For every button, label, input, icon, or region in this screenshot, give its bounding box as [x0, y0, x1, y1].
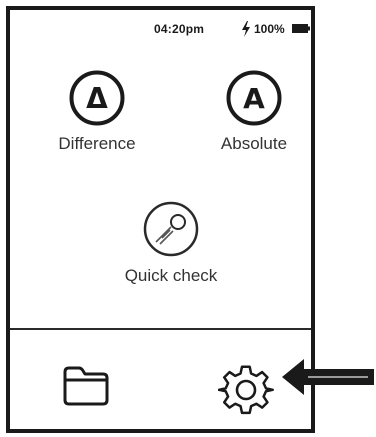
left-arrow-icon	[282, 359, 374, 395]
gear-icon	[217, 365, 274, 415]
quick-check-mode-button[interactable]: Quick check	[106, 200, 236, 286]
divider-line	[10, 328, 311, 330]
lightning-icon	[242, 21, 250, 37]
delta-icon: Δ	[69, 70, 125, 126]
screenshot-stage: 04:20pm 100% Δ Difference A Absolute Qui…	[0, 0, 376, 437]
files-button[interactable]	[60, 364, 112, 408]
battery-full-icon	[292, 24, 310, 33]
difference-label: Difference	[58, 134, 136, 153]
absolute-label: Absolute	[220, 134, 288, 153]
battery-percent: 100%	[254, 22, 285, 36]
device-screen: 04:20pm 100% Δ Difference A Absolute Qui…	[6, 6, 315, 433]
quick-check-label: Quick check	[124, 266, 218, 285]
letter-a-icon: A	[226, 70, 282, 126]
quick-check-icon	[143, 201, 199, 257]
absolute-mode-button[interactable]: A Absolute	[199, 70, 309, 154]
status-time: 04:20pm	[154, 22, 205, 36]
status-bar: 04:20pm 100%	[10, 21, 311, 38]
svg-text:Δ: Δ	[86, 82, 108, 115]
difference-mode-button[interactable]: Δ Difference	[37, 70, 157, 154]
svg-text:A: A	[243, 82, 265, 115]
settings-button[interactable]	[217, 362, 274, 418]
folder-icon	[63, 366, 109, 406]
